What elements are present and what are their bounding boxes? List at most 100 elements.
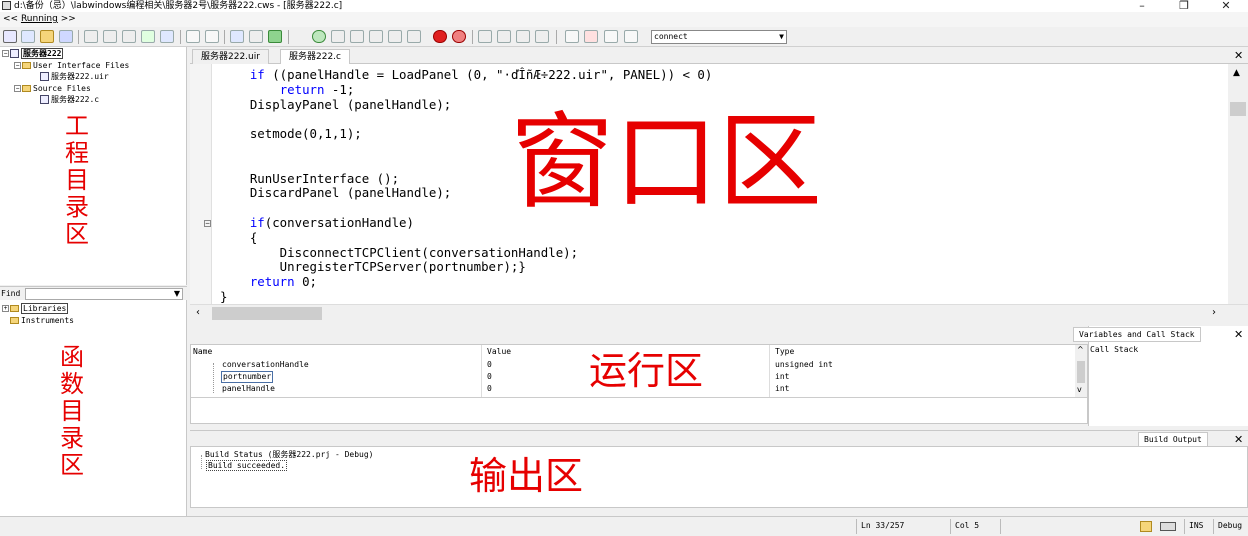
uir-file-icon <box>40 72 49 81</box>
save-icon[interactable] <box>59 30 73 43</box>
tree-root[interactable]: − 服务器222 <box>2 48 64 59</box>
code-editor[interactable]: − if ((panelHandle = LoadPanel (0, "·ďÎñ… <box>190 64 1228 304</box>
build-icon[interactable] <box>230 30 244 43</box>
code-line[interactable]: setmode(0,1,1); <box>220 126 362 142</box>
step-back-icon[interactable] <box>388 30 402 43</box>
tree-uir-file[interactable]: 服务器222.uir <box>40 72 109 82</box>
scroll-up-icon[interactable]: ^ <box>1077 345 1084 354</box>
scroll-left-icon[interactable]: ‹ <box>196 307 200 318</box>
compile-icon[interactable] <box>249 30 263 43</box>
tab-build-output[interactable]: Build Output <box>1138 432 1208 447</box>
status-empty <box>1000 519 1134 534</box>
code-line[interactable]: return -1; <box>220 82 355 98</box>
tree-uir-file-label[interactable]: 服务器222.uir <box>51 72 109 81</box>
chevron-down-icon[interactable]: ▼ <box>174 289 180 298</box>
panel-icon[interactable] <box>160 30 174 43</box>
toggle-bookmark-icon[interactable] <box>478 30 492 43</box>
code-line[interactable]: DisconnectTCPClient(conversationHandle); <box>220 245 578 261</box>
build-result-line[interactable]: Build succeeded. <box>206 460 288 471</box>
close-button[interactable]: ✕ <box>1216 0 1236 12</box>
code-line[interactable]: { <box>220 230 257 246</box>
window-icon[interactable] <box>624 30 638 43</box>
menu-suffix: >> <box>57 14 76 24</box>
new-project-icon[interactable] <box>3 30 17 43</box>
new-window-icon[interactable] <box>21 30 35 43</box>
stop-icon[interactable] <box>433 30 447 43</box>
clear-bookmarks-icon[interactable] <box>535 30 549 43</box>
annotation-char: 区 <box>60 451 84 479</box>
help-icon[interactable] <box>604 30 618 43</box>
run-area-annotation: 运行区 <box>589 349 704 393</box>
scroll-right-icon[interactable]: › <box>1212 307 1216 318</box>
tree-root-label[interactable]: 服务器222 <box>21 48 64 59</box>
tree-src-folder-label[interactable]: Source Files <box>33 84 91 93</box>
step-out-icon[interactable] <box>369 30 383 43</box>
close-pane-icon[interactable]: ✕ <box>1234 329 1243 340</box>
var-row-name[interactable]: portnumber <box>221 371 274 383</box>
tree-src-folder[interactable]: − Source Files <box>14 84 91 94</box>
run-icon[interactable] <box>268 30 282 43</box>
tab-variables-call-stack[interactable]: Variables and Call Stack <box>1073 327 1201 342</box>
close-pane-icon[interactable]: ✕ <box>1234 434 1243 445</box>
cut-icon[interactable] <box>84 30 98 43</box>
chevron-down-icon[interactable]: ▼ <box>779 31 784 43</box>
scroll-up-icon[interactable]: ▲ <box>1233 68 1240 78</box>
find-input[interactable]: ▼ <box>25 288 183 300</box>
tree-libraries-label[interactable]: Libraries <box>21 303 69 314</box>
restore-button[interactable]: ❐ <box>1174 0 1194 12</box>
paste-icon[interactable] <box>122 30 136 43</box>
scroll-thumb[interactable] <box>1077 361 1085 383</box>
code-line[interactable]: if(conversationHandle) <box>220 215 414 231</box>
expand-icon[interactable]: + <box>2 305 9 312</box>
function-combo[interactable]: connect ▼ <box>651 30 787 44</box>
var-row-value[interactable]: 0 <box>487 371 492 383</box>
code-line[interactable]: DisplayPanel (panelHandle); <box>220 97 451 113</box>
find-icon[interactable] <box>186 30 200 43</box>
tree-instruments-label[interactable]: Instruments <box>21 316 74 325</box>
collapse-icon[interactable]: − <box>2 50 9 57</box>
function-panel-icon[interactable] <box>565 30 579 43</box>
collapse-icon[interactable]: − <box>14 85 21 92</box>
editor-horizontal-scrollbar[interactable]: ‹ › <box>190 304 1248 322</box>
go-icon[interactable] <box>312 30 326 43</box>
tab-uir[interactable]: 服务器222.uir <box>192 49 269 64</box>
breakpoint-icon[interactable] <box>452 30 466 43</box>
tab-c-file[interactable]: 服务器222.c <box>280 49 350 64</box>
step-over-icon[interactable] <box>331 30 345 43</box>
minimize-button[interactable]: – <box>1132 0 1152 12</box>
scroll-thumb[interactable] <box>212 307 322 320</box>
prev-bookmark-icon[interactable] <box>516 30 530 43</box>
tree-uif-folder-label[interactable]: User Interface Files <box>33 61 129 70</box>
code-line[interactable]: } <box>220 289 227 305</box>
scroll-thumb[interactable] <box>1230 102 1246 116</box>
var-row-value[interactable]: 0 <box>487 359 492 371</box>
editor-vertical-scrollbar[interactable]: ▲ <box>1228 64 1248 304</box>
code-line[interactable]: UnregisterTCPServer(portnumber);} <box>220 259 526 275</box>
tree-instruments[interactable]: Instruments <box>10 316 74 326</box>
menu-running[interactable]: Running <box>21 14 58 24</box>
tree-c-file[interactable]: 服务器222.c <box>40 95 99 105</box>
code-line[interactable]: if ((panelHandle = LoadPanel (0, "·ďÎñÆ÷… <box>220 67 713 83</box>
scroll-down-icon[interactable]: v <box>1077 385 1082 394</box>
step-into-icon[interactable] <box>350 30 364 43</box>
vars-vertical-scrollbar[interactable]: ^ v <box>1075 345 1087 397</box>
var-row-name[interactable]: conversationHandle <box>222 359 309 371</box>
fold-marker-icon[interactable]: − <box>204 220 211 227</box>
close-tab-icon[interactable]: ✕ <box>1234 50 1243 61</box>
tree-uif-folder[interactable]: − User Interface Files <box>14 61 129 71</box>
tree-c-file-label[interactable]: 服务器222.c <box>51 95 99 104</box>
open-folder-icon[interactable] <box>40 30 54 43</box>
var-row-value[interactable]: 0 <box>487 383 492 395</box>
edit-icon[interactable] <box>141 30 155 43</box>
collapse-icon[interactable]: − <box>14 62 21 69</box>
run-to-cursor-icon[interactable] <box>407 30 421 43</box>
library-icon[interactable] <box>584 30 598 43</box>
code-line[interactable]: return 0; <box>220 274 317 290</box>
replace-icon[interactable] <box>205 30 219 43</box>
code-line[interactable]: RunUserInterface (); <box>220 171 399 187</box>
tree-libraries[interactable]: + Libraries <box>2 303 69 314</box>
var-row-name[interactable]: panelHandle <box>222 383 275 395</box>
next-bookmark-icon[interactable] <box>497 30 511 43</box>
code-line[interactable]: DiscardPanel (panelHandle); <box>220 185 451 201</box>
copy-icon[interactable] <box>103 30 117 43</box>
